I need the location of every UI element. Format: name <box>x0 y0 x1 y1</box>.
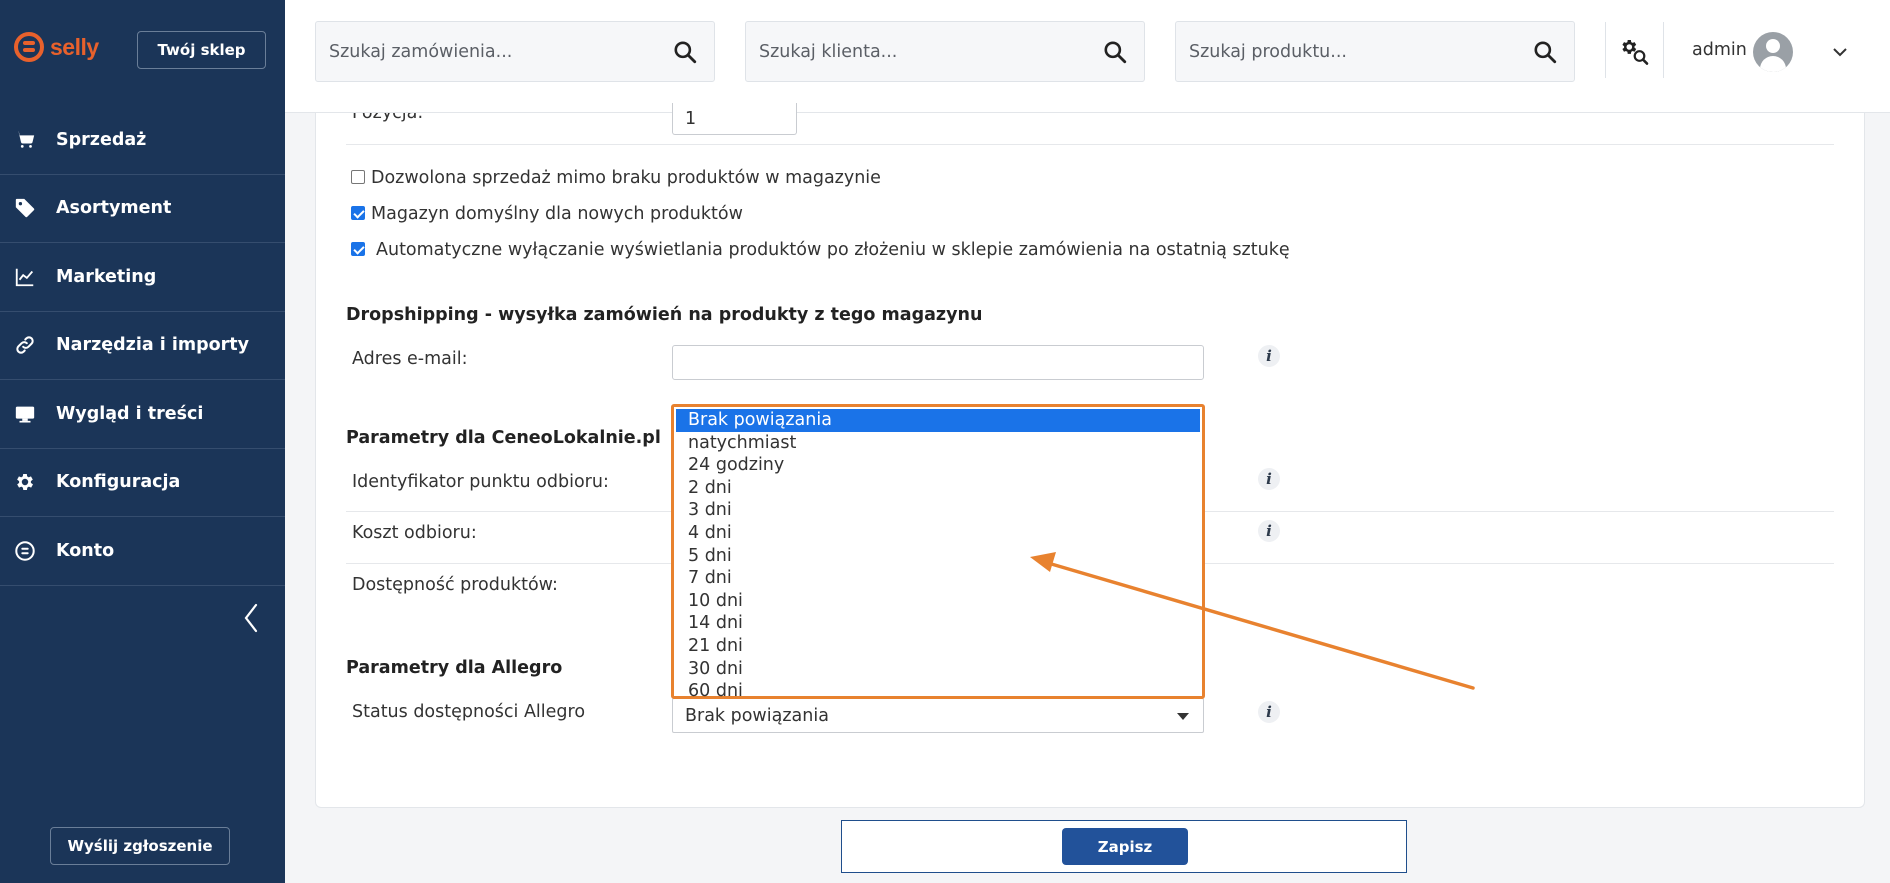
dropdown-option[interactable]: 30 dni <box>676 658 1200 681</box>
user-name[interactable]: admin <box>1692 40 1747 60</box>
allegro-status-dropdown-list[interactable]: Brak powiązania natychmiast 24 godziny 2… <box>671 404 1205 701</box>
dropdown-option[interactable]: 2 dni <box>676 477 1200 500</box>
dropdown-option[interactable]: Brak powiązania <box>676 409 1200 432</box>
send-report-button[interactable]: Wyślij zgłoszenie <box>50 827 230 865</box>
sidebar-item-sales[interactable]: Sprzedaż <box>0 106 285 175</box>
chart-line-icon <box>14 266 36 288</box>
ceneo-section-title: Parametry dla CeneoLokalnie.pl <box>346 428 661 448</box>
sidebar-item-assortment[interactable]: Asortyment <box>0 175 285 243</box>
sidebar-item-marketing[interactable]: Marketing <box>0 243 285 312</box>
dropdown-option[interactable]: 5 dni <box>676 545 1200 568</box>
sidebar-item-label: Marketing <box>56 266 157 287</box>
logo-text: selly <box>50 33 99 60</box>
selly-logo[interactable]: selly <box>14 32 99 62</box>
search-icon[interactable] <box>672 39 698 65</box>
search-orders-input[interactable] <box>329 41 672 62</box>
chevron-left-icon <box>244 603 258 633</box>
sidebar-nav: Sprzedaż Asortyment Marketing Narzędzia … <box>0 106 285 586</box>
allegro-section-title: Parametry dla Allegro <box>346 658 563 678</box>
header-divider <box>1663 22 1664 78</box>
sidebar-item-configuration[interactable]: Konfiguracja <box>0 449 285 517</box>
position-input[interactable] <box>672 103 797 135</box>
auto-disable-label: Automatyczne wyłączanie wyświetlania pro… <box>376 240 1290 260</box>
info-icon[interactable]: i <box>1258 468 1280 490</box>
link-icon <box>14 334 36 356</box>
avatar[interactable] <box>1753 32 1793 72</box>
sidebar-item-tools[interactable]: Narzędzia i importy <box>0 312 285 380</box>
dropdown-option[interactable]: natychmiast <box>676 432 1200 455</box>
pickup-id-label: Identyfikator punktu odbioru: <box>352 472 609 492</box>
pickup-cost-label: Koszt odbioru: <box>352 523 477 543</box>
allegro-status-label: Status dostępności Allegro <box>352 702 586 722</box>
selly-logo-icon <box>14 32 44 62</box>
sidebar: selly Twój sklep Sprzedaż Asortyment Mar… <box>0 0 285 883</box>
email-input[interactable] <box>672 345 1204 380</box>
header-divider <box>1605 22 1606 78</box>
sidebar-item-label: Asortyment <box>56 198 172 219</box>
chevron-down-icon[interactable] <box>1832 44 1848 60</box>
top-header: admin <box>285 0 1890 113</box>
auto-disable-checkbox[interactable] <box>351 242 365 256</box>
cart-icon <box>14 129 36 151</box>
search-clients-box <box>745 21 1145 82</box>
gear-search-icon[interactable] <box>1618 35 1650 67</box>
collapse-sidebar-button[interactable] <box>238 600 264 636</box>
dropdown-option[interactable]: 60 dni <box>676 680 1200 703</box>
sidebar-item-label: Wygląd i treści <box>56 403 204 424</box>
allow-sale-checkbox[interactable] <box>351 170 365 184</box>
tag-icon <box>14 197 36 219</box>
dropdown-option[interactable]: 7 dni <box>676 567 1200 590</box>
sidebar-item-label: Konto <box>56 540 115 561</box>
account-icon <box>14 540 36 562</box>
dropdown-option[interactable]: 4 dni <box>676 522 1200 545</box>
search-icon[interactable] <box>1102 39 1128 65</box>
allow-sale-label: Dozwolona sprzedaż mimo braku produktów … <box>371 168 881 188</box>
dropdown-option[interactable]: 24 godziny <box>676 454 1200 477</box>
dropdown-option[interactable]: 3 dni <box>676 499 1200 522</box>
default-warehouse-label: Magazyn domyślny dla nowych produktów <box>371 204 743 224</box>
allegro-status-select[interactable]: Brak powiązania <box>672 698 1204 733</box>
row-divider <box>346 144 1834 145</box>
sidebar-item-label: Sprzedaż <box>56 129 147 150</box>
info-icon[interactable]: i <box>1258 701 1280 723</box>
search-clients-input[interactable] <box>759 41 1102 62</box>
email-label: Adres e-mail: <box>352 349 468 369</box>
sidebar-item-account[interactable]: Konto <box>0 517 285 586</box>
info-icon[interactable]: i <box>1258 345 1280 367</box>
your-shop-button[interactable]: Twój sklep <box>137 31 266 69</box>
allegro-status-selected-value: Brak powiązania <box>685 705 829 726</box>
dropdown-option[interactable]: 14 dni <box>676 612 1200 635</box>
search-products-box <box>1175 21 1575 82</box>
save-bar: Zapisz <box>841 820 1407 873</box>
search-icon[interactable] <box>1532 39 1558 65</box>
gear-icon <box>14 471 36 493</box>
search-products-input[interactable] <box>1189 41 1532 62</box>
availability-label: Dostępność produktów: <box>352 575 558 595</box>
info-icon[interactable]: i <box>1258 520 1280 542</box>
search-orders-box <box>315 21 715 82</box>
default-warehouse-checkbox[interactable] <box>351 206 365 220</box>
save-button[interactable]: Zapisz <box>1062 828 1188 865</box>
caret-down-icon <box>1177 713 1189 720</box>
dropdown-option[interactable]: 10 dni <box>676 590 1200 613</box>
dropshipping-section-title: Dropshipping - wysyłka zamówień na produ… <box>346 305 983 325</box>
sidebar-item-label: Konfiguracja <box>56 472 181 493</box>
sidebar-item-appearance[interactable]: Wygląd i treści <box>0 380 285 449</box>
dropdown-option[interactable]: 21 dni <box>676 635 1200 658</box>
monitor-icon <box>14 403 36 425</box>
sidebar-item-label: Narzędzia i importy <box>56 335 250 356</box>
